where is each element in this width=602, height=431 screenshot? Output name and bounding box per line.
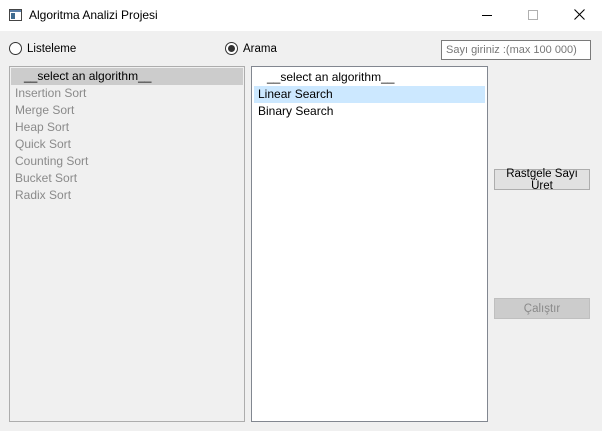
close-icon xyxy=(573,8,585,23)
radio-label-listeleme: Listeleme xyxy=(27,42,77,55)
list-item: Quick Sort xyxy=(15,137,72,151)
app-window-icon xyxy=(9,9,22,21)
list-item: Insertion Sort xyxy=(15,86,87,100)
sort-algorithm-list[interactable]: __select an algorithm__ Insertion Sort M… xyxy=(9,66,245,422)
list-item-selected[interactable]: Linear Search xyxy=(254,86,485,103)
generate-random-button[interactable]: Rastgele Sayı Üret xyxy=(494,168,590,192)
maximize-icon xyxy=(528,9,538,23)
list-header[interactable]: __select an algorithm__ xyxy=(254,69,485,86)
list-item[interactable]: Binary Search xyxy=(254,103,485,120)
close-button[interactable] xyxy=(556,0,602,31)
radio-listeleme[interactable]: Listeleme xyxy=(9,42,76,55)
run-button[interactable]: Çalıştır xyxy=(494,298,590,319)
maximize-button[interactable] xyxy=(510,0,556,31)
radio-label-arama: Arama xyxy=(243,42,277,55)
radio-button-unchecked[interactable] xyxy=(9,42,22,55)
minimize-icon xyxy=(482,9,492,23)
list-item: Counting Sort xyxy=(15,154,89,168)
search-algorithm-list[interactable]: __select an algorithm__ Linear Search Bi… xyxy=(251,66,488,422)
list-item: Heap Sort xyxy=(15,120,70,134)
title-bar[interactable]: Algoritma Analizi Projesi xyxy=(0,0,602,31)
window-title: Algoritma Analizi Projesi xyxy=(29,8,158,22)
radio-arama[interactable]: Arama xyxy=(225,42,277,55)
list-item: Merge Sort xyxy=(15,103,75,117)
minimize-button[interactable] xyxy=(464,0,510,31)
radio-button-checked[interactable] xyxy=(225,42,238,55)
list-header: __select an algorithm__ xyxy=(11,68,243,85)
app-window: Algoritma Analizi Projesi Listeleme Aram… xyxy=(0,0,602,431)
list-item: Radix Sort xyxy=(15,188,72,202)
list-item: Bucket Sort xyxy=(15,171,78,185)
number-input[interactable] xyxy=(441,40,591,60)
